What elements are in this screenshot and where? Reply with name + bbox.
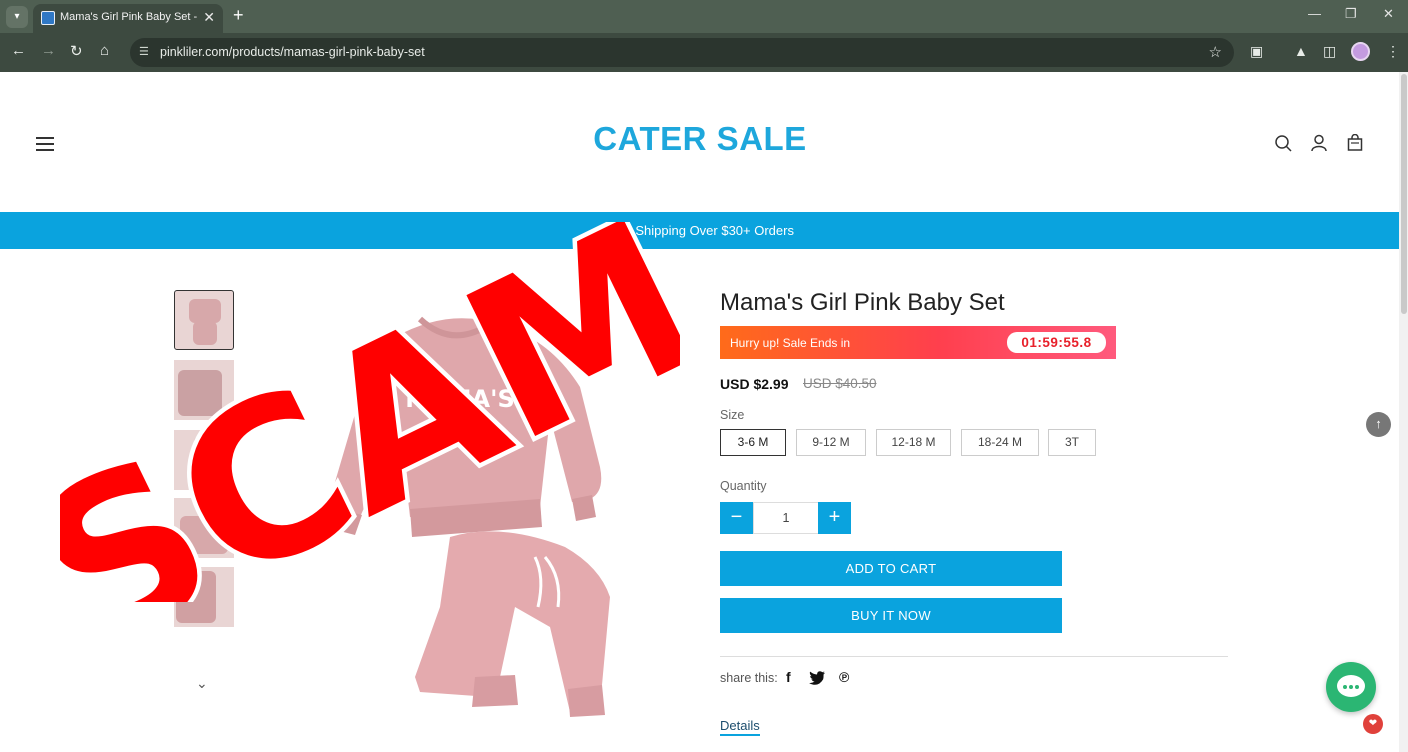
tab-title: Mama's Girl Pink Baby Set - Ba	[60, 11, 200, 23]
search-icon[interactable]	[1274, 134, 1292, 152]
chat-widget-button[interactable]	[1326, 662, 1376, 712]
side-panel-icon[interactable]: ◫	[1323, 43, 1336, 60]
share-label: share this:	[720, 671, 778, 685]
quantity-label: Quantity	[720, 479, 767, 493]
facebook-icon[interactable]: f	[786, 669, 791, 685]
size-option-12-18m[interactable]: 12-18 M	[876, 429, 951, 456]
scrollbar-thumb[interactable]	[1401, 74, 1407, 314]
buy-now-button[interactable]: BUY IT NOW	[720, 598, 1062, 633]
sale-countdown-bar: Hurry up! Sale Ends in 01:59:55.8	[720, 326, 1116, 359]
url-text: pinkliler.com/products/mamas-girl-pink-b…	[160, 45, 425, 59]
size-label: Size	[720, 408, 745, 422]
reload-icon[interactable]: ↻	[70, 42, 83, 60]
product-title: Mama's Girl Pink Baby Set	[720, 289, 1005, 316]
size-option-9-12m[interactable]: 9-12 M	[796, 429, 866, 456]
sale-price: USD $2.99	[720, 376, 789, 392]
size-option-3-6m[interactable]: 3-6 M	[720, 429, 786, 456]
minimize-icon[interactable]: —	[1308, 6, 1321, 21]
browser-toolbar: ← → ↻ ⌂ ☰ pinkliler.com/products/mamas-g…	[0, 33, 1408, 72]
twitter-icon[interactable]	[809, 671, 825, 685]
back-to-top-icon[interactable]: ↑	[1366, 412, 1391, 437]
labs-flask-icon[interactable]: ▲	[1294, 43, 1308, 59]
back-icon[interactable]: ←	[11, 42, 26, 59]
browser-tab[interactable]: Mama's Girl Pink Baby Set - Ba ✕	[33, 4, 223, 33]
scam-stamp-text: SCAM	[60, 222, 680, 602]
gift-badge-icon[interactable]: ❤	[1363, 714, 1383, 734]
quantity-decrease-button[interactable]: −	[720, 502, 753, 534]
account-icon[interactable]	[1310, 134, 1328, 152]
pinterest-icon[interactable]: ℗	[839, 669, 849, 685]
home-icon[interactable]: ⌂	[100, 42, 109, 59]
site-info-icon[interactable]: ☰	[139, 45, 149, 58]
tab-search-button[interactable]: ▾	[6, 6, 28, 28]
size-option-18-24m[interactable]: 18-24 M	[961, 429, 1039, 456]
gallery-chevron-down-icon[interactable]: ⌄	[196, 675, 208, 692]
menu-hamburger-icon[interactable]	[36, 137, 54, 151]
cart-bag-icon[interactable]	[1346, 134, 1364, 152]
quantity-increase-button[interactable]: +	[818, 502, 851, 534]
extensions-icon[interactable]: ▣	[1250, 43, 1263, 60]
sale-countdown-text: Hurry up! Sale Ends in	[730, 336, 851, 350]
forward-icon[interactable]: →	[41, 42, 56, 59]
window-close-icon[interactable]: ✕	[1383, 6, 1394, 22]
add-to-cart-button[interactable]: ADD TO CART	[720, 551, 1062, 586]
store-logo[interactable]: CATER SALE	[560, 120, 840, 158]
tab-details[interactable]: Details	[720, 718, 760, 736]
size-option-3t[interactable]: 3T	[1048, 429, 1096, 456]
scam-stamp-overlay: SCAM	[60, 222, 680, 602]
countdown-timer: 01:59:55.8	[1007, 332, 1106, 353]
address-bar[interactable]: ☰ pinkliler.com/products/mamas-girl-pink…	[130, 38, 1234, 67]
site-favicon-icon	[41, 11, 55, 25]
profile-avatar[interactable]	[1351, 42, 1370, 61]
browser-tab-bar: ▾ Mama's Girl Pink Baby Set - Ba ✕ + — ❐…	[0, 0, 1408, 33]
new-tab-button[interactable]: +	[233, 5, 244, 26]
bookmark-star-icon[interactable]: ☆	[1209, 43, 1222, 61]
menu-kebab-icon[interactable]: ⋮	[1386, 43, 1400, 60]
tab-close-icon[interactable]: ✕	[203, 9, 215, 26]
quantity-input[interactable]: 1	[753, 502, 819, 534]
divider	[720, 656, 1228, 657]
restore-icon[interactable]: ❐	[1345, 6, 1357, 22]
page-content: CATER SALE Free Shipping Over $30+ Order…	[0, 72, 1399, 752]
compare-price: USD $40.50	[803, 376, 877, 391]
